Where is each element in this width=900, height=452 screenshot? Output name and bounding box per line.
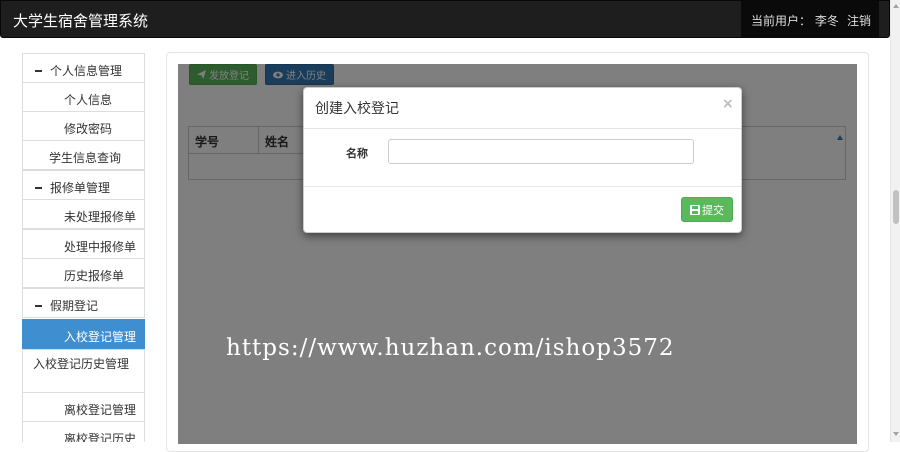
sidebar-item-unprocessed-repair[interactable]: 未处理报修单 — [22, 199, 145, 229]
modal-footer: 提交 — [304, 186, 741, 232]
sidebar-item-entry-history[interactable]: 入校登记历史管理 — [22, 349, 145, 393]
submit-button[interactable]: 提交 — [681, 197, 733, 222]
sidebar-item-label: 未处理报修单 — [64, 210, 137, 224]
sidebar-group-holiday[interactable]: 假期登记 — [22, 288, 145, 318]
minus-icon — [35, 186, 42, 189]
sidebar: 个人信息管理 个人信息 修改密码 学生信息查询 报修单管理 未处理报修单 处理中… — [22, 53, 145, 442]
submit-button-label: 提交 — [702, 203, 724, 217]
sidebar-item-leave-history[interactable]: 离校登记历史 — [22, 421, 145, 442]
sidebar-item-label: 个人信息管理 — [50, 64, 123, 78]
sidebar-item-label: 学生信息查询 — [49, 151, 122, 165]
sidebar-item-label: 处理中报修单 — [64, 240, 137, 254]
sidebar-item-label: 假期登记 — [50, 299, 99, 313]
sidebar-item-label: 修改密码 — [64, 122, 113, 136]
sidebar-item-personal-info[interactable]: 个人信息 — [22, 82, 145, 112]
watermark-text: https://www.huzhan.com/ishop3572 — [226, 335, 675, 361]
app-title[interactable]: 大学生宿舍管理系统 — [13, 10, 148, 31]
name-field-label: 名称 — [346, 147, 368, 160]
scrollbar-thumb[interactable] — [893, 190, 899, 224]
minus-icon — [35, 304, 42, 307]
navbar-user-area: 当前用户： 李冬 注销 — [741, 1, 879, 37]
modal-header: 创建入校登记 × — [304, 88, 741, 129]
sidebar-item-entry-registration[interactable]: 入校登记管理 — [22, 319, 145, 349]
page-scrollbar[interactable] — [890, 0, 900, 442]
name-input[interactable] — [388, 139, 694, 164]
sidebar-item-leave-registration[interactable]: 离校登记管理 — [22, 392, 145, 422]
sidebar-item-processing-repair[interactable]: 处理中报修单 — [22, 229, 145, 259]
sidebar-group-personal-info[interactable]: 个人信息管理 — [22, 53, 145, 83]
scroll-up-arrow-icon[interactable] — [893, 4, 899, 8]
top-navbar: 大学生宿舍管理系统 当前用户： 李冬 注销 — [0, 0, 890, 38]
sidebar-item-student-query[interactable]: 学生信息查询 — [22, 140, 145, 170]
sidebar-item-label: 离校登记管理 — [64, 403, 137, 417]
scroll-down-arrow-icon[interactable] — [893, 432, 899, 436]
sidebar-item-label: 历史报修单 — [64, 269, 125, 283]
sidebar-item-change-password[interactable]: 修改密码 — [22, 111, 145, 141]
sidebar-item-history-repair[interactable]: 历史报修单 — [22, 258, 145, 288]
save-icon — [690, 204, 700, 215]
modal-title: 创建入校登记 — [315, 101, 399, 117]
sidebar-group-repair[interactable]: 报修单管理 — [22, 170, 145, 200]
sidebar-item-label: 入校登记管理 — [64, 330, 137, 344]
minus-icon — [35, 69, 42, 72]
sidebar-item-label: 报修单管理 — [50, 181, 111, 195]
logout-link[interactable]: 注销 — [847, 12, 871, 29]
close-icon[interactable]: × — [722, 96, 734, 112]
sidebar-item-label: 个人信息 — [64, 93, 113, 107]
sidebar-item-label: 离校登记历史 — [64, 432, 137, 442]
sidebar-item-label: 入校登记历史管理 — [33, 357, 130, 371]
current-user-label: 当前用户： 李冬 — [751, 14, 839, 28]
create-entry-modal: 创建入校登记 × 名称 提交 — [303, 87, 742, 233]
